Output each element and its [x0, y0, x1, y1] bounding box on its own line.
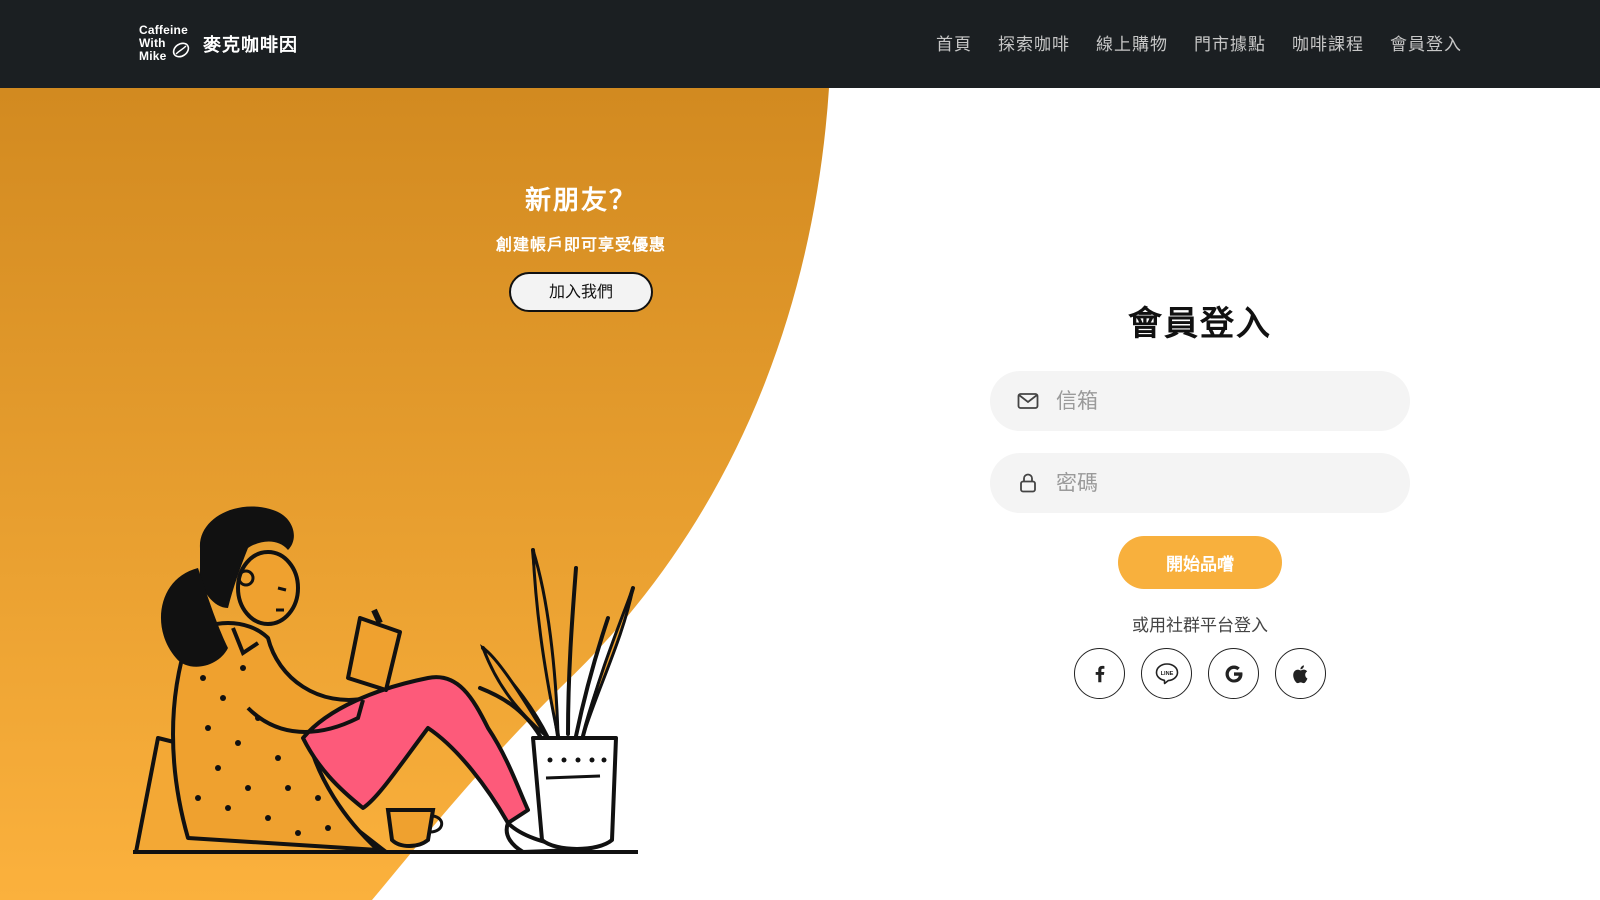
promo-title: 新朋友？ [524, 186, 637, 216]
email-input[interactable] [1056, 389, 1376, 413]
nav-member-login[interactable]: 會員登入 [1390, 30, 1462, 55]
line-icon: LINE [1155, 662, 1178, 684]
login-form: 會員登入 開始品嚐 或用社群平台登入 LINE [990, 296, 1410, 699]
nav-explore-coffee[interactable]: 探索咖啡 [998, 30, 1070, 55]
apple-icon [1292, 664, 1307, 683]
line-icon-text: LINE [1160, 670, 1173, 676]
social-login-buttons: LINE [990, 648, 1410, 699]
brand-name[interactable]: 麥克咖啡因 [203, 31, 298, 57]
nav-store-locations[interactable]: 門市據點 [1194, 30, 1266, 55]
start-tasting-button[interactable]: 開始品嚐 [1118, 536, 1282, 589]
top-navbar: Caffeine With Mike 麥克咖啡因 首頁 探索咖啡 線上購物 門市… [0, 0, 1600, 88]
google-login-button[interactable] [1208, 648, 1259, 699]
main-nav: 首頁 探索咖啡 線上購物 門市據點 咖啡課程 會員登入 [936, 30, 1462, 55]
promo-subtitle: 創建帳戶即可享受優惠 [495, 235, 666, 254]
email-field[interactable] [990, 371, 1410, 431]
nav-home[interactable]: 首頁 [936, 30, 972, 55]
login-title: 會員登入 [1128, 304, 1272, 344]
social-login-label: 或用社群平台登入 [1132, 616, 1268, 636]
facebook-icon [1095, 665, 1104, 682]
woman-reading-illustration [133, 506, 638, 855]
nav-online-shop[interactable]: 線上購物 [1096, 30, 1168, 55]
password-input[interactable] [1056, 471, 1376, 495]
nav-coffee-courses[interactable]: 咖啡課程 [1292, 30, 1364, 55]
apple-login-button[interactable] [1275, 648, 1326, 699]
new-friend-promo: 新朋友？ 創建帳戶即可享受優惠 加入我們 [431, 180, 731, 312]
facebook-login-button[interactable] [1074, 648, 1125, 699]
join-us-button[interactable]: 加入我們 [509, 272, 653, 312]
coffee-bean-icon [172, 42, 190, 58]
brand[interactable]: Caffeine With Mike 麥克咖啡因 [139, 24, 298, 64]
google-icon [1225, 665, 1242, 682]
envelope-icon [1017, 393, 1039, 409]
logo[interactable]: Caffeine With Mike [139, 24, 195, 64]
line-login-button[interactable]: LINE [1141, 648, 1192, 699]
lock-icon [1020, 473, 1036, 493]
password-field[interactable] [990, 453, 1410, 513]
